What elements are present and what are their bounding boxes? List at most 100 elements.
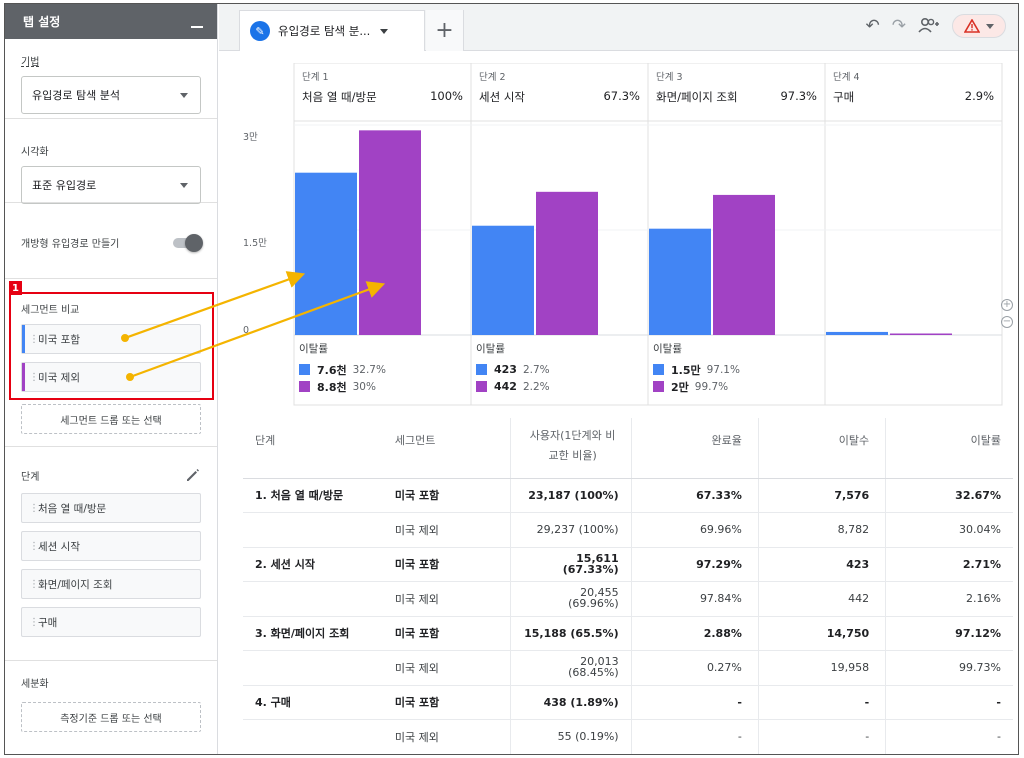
tab-settings-title: 탭 설정 xyxy=(23,15,61,29)
column-header[interactable]: 이탈률 xyxy=(885,418,1013,479)
abandon-rate-cell: 2.71% xyxy=(885,547,1013,582)
segment-compare-section: 세그먼트 비교 ⋮⋮ 미국 포함 ⋮⋮ 미국 제외 세그먼트 드롭 또는 선택 xyxy=(5,279,217,447)
open-funnel-toggle[interactable] xyxy=(171,233,203,252)
abandon-rate-cell: 2.16% xyxy=(885,581,1013,617)
visualization-value: 표준 유입경로 xyxy=(32,179,97,192)
completion-cell: 97.84% xyxy=(630,581,759,617)
dropoff-value: 442 xyxy=(494,380,517,393)
step-row: 화면/페이지 조회 97.3% xyxy=(656,89,817,105)
step-cell xyxy=(243,650,385,686)
step-label: 화면/페이지 조회 xyxy=(38,578,113,591)
step-name: 구매 xyxy=(833,90,855,104)
column-header[interactable]: 세그먼트 xyxy=(384,418,511,479)
bar xyxy=(536,191,598,335)
bar xyxy=(472,225,534,335)
drag-handle-icon[interactable]: ⋮⋮ xyxy=(22,541,47,552)
step-number: 단계 4 xyxy=(833,72,860,83)
segment-compare-label: 세그먼트 비교 xyxy=(21,305,80,316)
segment-color-bar xyxy=(22,363,25,391)
step-number: 단계 1 xyxy=(302,72,329,83)
dropoff-label: 이탈률 xyxy=(299,343,328,355)
share-user-icon[interactable] xyxy=(918,17,940,35)
redo-icon[interactable]: ↷ xyxy=(892,16,906,36)
analytics-window: 탭 설정 기법 유입경로 탐색 분석 시각화 표준 유입경로 개방형 유입경로 … xyxy=(4,3,1019,755)
bar xyxy=(890,333,952,335)
chevron-down-icon xyxy=(180,182,188,188)
step-percent: 2.9% xyxy=(964,89,994,103)
completion-cell: - xyxy=(630,719,759,754)
dropoff-percent: 32.7% xyxy=(352,363,386,376)
undo-icon[interactable]: ↶ xyxy=(866,16,880,36)
open-funnel-label: 개방형 유입경로 만들기 xyxy=(21,239,120,250)
legend-swatch xyxy=(476,381,487,392)
step-label: 구매 xyxy=(38,616,58,629)
segment-cell: 미국 제외 xyxy=(384,719,511,754)
users-cell: 15,611 (67.33%) xyxy=(509,547,632,582)
abandon-rate-cell: 99.73% xyxy=(885,650,1013,686)
dropoff-percent: 99.7% xyxy=(694,380,729,393)
collapse-icon[interactable] xyxy=(191,25,203,28)
abandon-rate-cell: - xyxy=(885,685,1013,720)
add-tab-button[interactable]: + xyxy=(426,10,464,51)
column-header[interactable]: 단계 xyxy=(243,418,385,479)
bar xyxy=(295,172,357,335)
segment-drop-zone[interactable]: 세그먼트 드롭 또는 선택 xyxy=(21,404,201,434)
legend-swatch xyxy=(653,381,664,392)
completion-cell: - xyxy=(630,685,759,720)
step-chip[interactable]: ⋮⋮ 구매 xyxy=(21,607,201,637)
tab-title: 유입경로 탐색 분... xyxy=(278,24,371,38)
step-chip[interactable]: ⋮⋮ 화면/페이지 조회 xyxy=(21,569,201,599)
table-row: 2. 세션 시작 미국 포함 15,611 (67.33%) 97.29% 423… xyxy=(243,547,1013,582)
tab-funnel-exploration[interactable]: ✎ 유입경로 탐색 분... xyxy=(239,10,425,51)
zoom-in-icon[interactable]: + xyxy=(1001,299,1013,311)
tab-bar: ✎ 유입경로 탐색 분... + ↶ ↷ xyxy=(219,4,1018,51)
dimension-drop-zone[interactable]: 측정기준 드롭 또는 선택 xyxy=(21,702,201,732)
drag-handle-icon[interactable]: ⋮⋮ xyxy=(22,579,47,590)
users-value: 15,611 (67.33%) xyxy=(563,553,619,575)
drag-handle-icon[interactable]: ⋮⋮ xyxy=(22,617,47,628)
dropoff-value: 2만 xyxy=(671,380,689,394)
segment-cell: 미국 포함 xyxy=(384,685,511,720)
step-name: 화면/페이지 조회 xyxy=(656,90,738,104)
visualization-dropdown[interactable]: 표준 유입경로 xyxy=(21,166,201,204)
toggle-knob xyxy=(185,233,203,252)
breakdown-section: 세분화 측정기준 드롭 또는 선택 xyxy=(5,661,217,751)
dropoff-line: 442 2.2% xyxy=(476,378,550,395)
warning-dropdown[interactable] xyxy=(952,14,1006,38)
users-cell: 29,237 (100%) xyxy=(509,512,632,548)
users-cell: 20,455 (69.96%) xyxy=(509,581,632,617)
zoom-out-icon[interactable]: − xyxy=(1001,316,1013,328)
users-cell: 55 (0.19%) xyxy=(509,719,632,754)
users-cell: 20,013 (68.45%) xyxy=(509,650,632,686)
step-chip[interactable]: ⋮⋮ 세션 시작 xyxy=(21,531,201,561)
users-cell: 23,187 (100%) xyxy=(509,478,632,513)
step-cell xyxy=(243,512,385,548)
dropoff-line: 7.6천 32.7% xyxy=(299,361,386,378)
abandon-cell: - xyxy=(757,685,886,720)
edit-pencil-icon[interactable] xyxy=(185,467,201,483)
step-percent: 100% xyxy=(430,89,463,103)
segment-chip-us-included[interactable]: ⋮⋮ 미국 포함 xyxy=(21,324,201,354)
users-ratio: (69.96%) xyxy=(568,597,619,611)
step-cell: 1. 처음 열 때/방문 xyxy=(243,478,385,513)
dropoff-value: 1.5만 xyxy=(671,363,701,377)
column-header[interactable]: 이탈수 xyxy=(757,418,886,479)
dropoff-percent: 30% xyxy=(352,380,376,393)
drag-handle-icon[interactable]: ⋮⋮ xyxy=(22,503,47,514)
segment-chip-us-excluded[interactable]: ⋮⋮ 미국 제외 xyxy=(21,362,201,392)
abandon-rate-cell: - xyxy=(885,719,1013,754)
step-row: 세션 시작 67.3% xyxy=(479,89,640,105)
segment-cell: 미국 제외 xyxy=(384,512,511,548)
table-row: 1. 처음 열 때/방문 미국 포함 23,187 (100%) 67.33% … xyxy=(243,478,1013,513)
step-cell: 3. 화면/페이지 조회 xyxy=(243,616,385,651)
chevron-down-icon[interactable] xyxy=(380,28,389,34)
dropoff-line: 8.8천 30% xyxy=(299,378,386,395)
segment-cell: 미국 포함 xyxy=(384,547,511,582)
technique-section: 기법 유입경로 탐색 분석 xyxy=(5,39,217,119)
step-chip[interactable]: ⋮⋮ 처음 열 때/방문 xyxy=(21,493,201,523)
column-header[interactable]: 사용자(1단계와 비교한 비율) xyxy=(509,418,632,479)
technique-dropdown[interactable]: 유입경로 탐색 분석 xyxy=(21,76,201,114)
completion-cell: 69.96% xyxy=(630,512,759,548)
abandon-cell: 7,576 xyxy=(757,478,886,513)
column-header[interactable]: 완료율 xyxy=(630,418,759,479)
